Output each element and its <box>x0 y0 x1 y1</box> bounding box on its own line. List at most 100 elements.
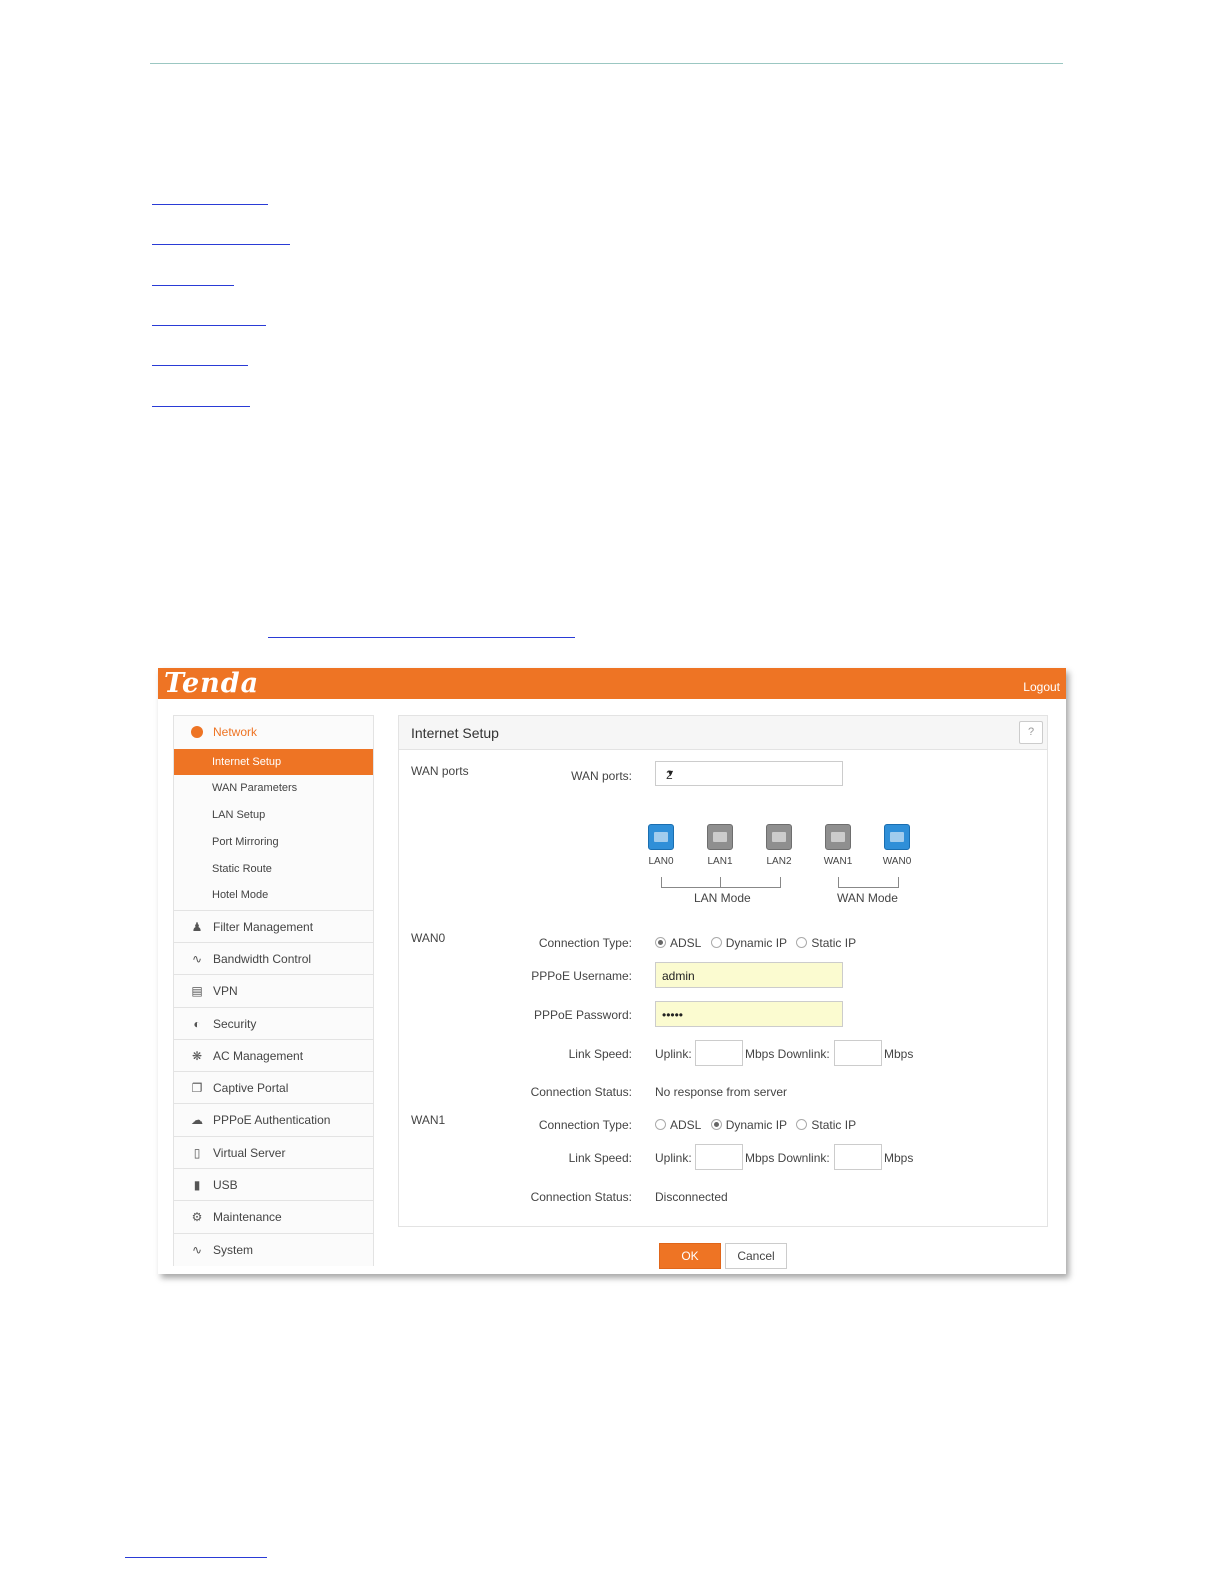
radio-label: ADSL <box>670 1118 702 1132</box>
sidebar-item-usb[interactable]: ▮ USB <box>174 1168 373 1201</box>
sidebar-item-port-mirroring[interactable]: Port Mirroring <box>174 829 373 855</box>
port-lan1: LAN1 <box>695 824 745 867</box>
sidebar-item-virtual-server[interactable]: ▯ Virtual Server <box>174 1136 373 1169</box>
sidebar-item-label: Port Mirroring <box>212 836 279 848</box>
sidebar-item-lan-setup[interactable]: LAN Setup <box>174 802 373 828</box>
port-wan1: WAN1 <box>813 824 863 867</box>
pppoe-password-input[interactable]: ••••• <box>655 1001 843 1027</box>
server-icon: ▯ <box>193 1146 201 1160</box>
toc-link-1[interactable] <box>152 204 268 205</box>
sidebar-item-bandwidth-control[interactable]: ∿ Bandwidth Control <box>174 942 373 975</box>
sidebar-item-internet-setup[interactable]: Internet Setup <box>174 749 373 775</box>
radio-label: Dynamic IP <box>725 1118 788 1132</box>
sidebar-item-security[interactable]: ◐ Security <box>174 1007 373 1040</box>
pppoe-username-label: PPPoE Username: <box>531 969 632 983</box>
ok-button[interactable]: OK <box>659 1243 721 1269</box>
shield-icon: ◐ <box>193 1017 201 1031</box>
sidebar-item-label: WAN Parameters <box>212 782 298 794</box>
wan0-status-label: Connection Status: <box>530 1085 632 1099</box>
sidebar-item-label: Internet Setup <box>212 756 282 768</box>
monitor-icon: ▤ <box>191 984 203 998</box>
sidebar-item-wan-parameters[interactable]: WAN Parameters <box>174 775 373 801</box>
wan0-mbps-label: Mbps <box>884 1047 914 1061</box>
sidebar-item-captive-portal[interactable]: ❐ Captive Portal <box>174 1071 373 1104</box>
port-wan0: WAN0 <box>872 824 922 867</box>
radio-icon <box>710 937 722 948</box>
sidebar-item-label: USB <box>213 1178 238 1192</box>
wan-ports-select[interactable]: 2 ▼ <box>655 761 843 786</box>
panel-header: Internet Setup ? <box>399 716 1047 750</box>
port-label: WAN1 <box>823 856 853 867</box>
toc-link-4[interactable] <box>152 325 266 326</box>
gear-icon: ⚙ <box>191 1210 203 1224</box>
chart-line-icon: ∿ <box>191 952 203 966</box>
sidebar-item-label: Static Route <box>212 863 272 875</box>
cloud-icon: ☁ <box>191 1113 203 1127</box>
logout-link[interactable]: Logout <box>1023 680 1060 694</box>
sidebar-item-vpn[interactable]: ▤ VPN <box>174 974 373 1007</box>
toc-link-6[interactable] <box>152 406 250 407</box>
sidebar-item-static-route[interactable]: Static Route <box>174 856 373 882</box>
header-rule <box>150 63 1063 64</box>
top-bar: Tenda Logout <box>158 668 1066 699</box>
sidebar-item-label: Filter Management <box>213 920 314 934</box>
wan1-status-value: Disconnected <box>655 1190 728 1204</box>
radio-icon <box>796 1119 808 1130</box>
sidebar-item-ac-management[interactable]: ❋ AC Management <box>174 1039 373 1072</box>
sidebar-item-maintenance[interactable]: ⚙ Maintenance <box>174 1200 373 1233</box>
wan0-status-value: No response from server <box>655 1085 788 1099</box>
port-label: LAN0 <box>648 856 674 867</box>
lan-mode-tick <box>720 877 721 887</box>
inline-link[interactable] <box>268 637 575 638</box>
wan0-downlink-label: Mbps Downlink: <box>745 1047 830 1061</box>
wan0-radio-adsl[interactable]: ADSL <box>655 936 701 950</box>
tenda-logo: Tenda <box>164 668 260 699</box>
wan1-uplink-input[interactable] <box>695 1144 743 1170</box>
sidebar-item-pppoe-authentication[interactable]: ☁ PPPoE Authentication <box>174 1103 373 1136</box>
wan-ports-label: WAN ports: <box>571 769 632 783</box>
sidebar-item-label: PPPoE Authentication <box>213 1113 331 1127</box>
sidebar-item-label: Captive Portal <box>213 1081 289 1095</box>
help-button[interactable]: ? <box>1019 721 1043 744</box>
toc-link-3[interactable] <box>152 285 234 286</box>
wan1-link-speed-label: Link Speed: <box>568 1151 632 1165</box>
port-label: LAN1 <box>707 856 733 867</box>
pppoe-username-input[interactable]: admin <box>655 962 843 988</box>
wan1-status-label: Connection Status: <box>530 1190 632 1204</box>
sidebar-item-system[interactable]: ∿ System <box>174 1233 373 1266</box>
wan0-link-speed-label: Link Speed: <box>568 1047 632 1061</box>
sidebar-item-hotel-mode[interactable]: Hotel Mode <box>174 882 373 908</box>
footer-link[interactable] <box>125 1557 267 1558</box>
radio-icon <box>796 937 808 948</box>
radio-icon <box>655 937 666 948</box>
toc-link-2[interactable] <box>152 244 290 245</box>
radio-label: Static IP <box>811 936 857 950</box>
cancel-button[interactable]: Cancel <box>725 1243 787 1269</box>
sidebar-item-filter-management[interactable]: ♟ Filter Management <box>174 910 373 943</box>
wan1-downlink-input[interactable] <box>834 1144 882 1170</box>
wan1-connection-type: ADSL Dynamic IP Static IP <box>655 1118 862 1132</box>
ethernet-port-icon <box>825 824 851 850</box>
port-lan2: LAN2 <box>754 824 804 867</box>
wan0-uplink-input[interactable] <box>695 1040 743 1066</box>
toc-link-5[interactable] <box>152 365 248 366</box>
sidebar-item-label: System <box>213 1243 254 1257</box>
wan1-radio-static-ip[interactable]: Static IP <box>796 1118 856 1132</box>
wan1-connection-type-label: Connection Type: <box>538 1118 632 1132</box>
wan1-radio-dynamic-ip[interactable]: Dynamic IP <box>710 1118 788 1132</box>
pulse-icon: ∿ <box>191 1243 203 1257</box>
wan0-radio-dynamic-ip[interactable]: Dynamic IP <box>710 936 787 950</box>
sidebar-item-network[interactable]: Network <box>174 716 373 748</box>
port-label: LAN2 <box>766 856 792 867</box>
wan1-downlink-label: Mbps Downlink: <box>745 1151 830 1165</box>
wan0-downlink-input[interactable] <box>834 1040 882 1066</box>
wan-mode-bracket <box>838 877 899 888</box>
sidebar: Network Internet Setup WAN Parameters LA… <box>173 715 374 1266</box>
portal-icon: ❐ <box>191 1081 203 1095</box>
port-label: WAN0 <box>882 856 912 867</box>
wan1-radio-adsl[interactable]: ADSL <box>655 1118 701 1132</box>
wan0-radio-static-ip[interactable]: Static IP <box>796 936 856 950</box>
wan1-uplink-label: Uplink: <box>655 1151 692 1165</box>
sidebar-item-label: Security <box>213 1017 257 1031</box>
wan0-uplink-label: Uplink: <box>655 1047 692 1061</box>
